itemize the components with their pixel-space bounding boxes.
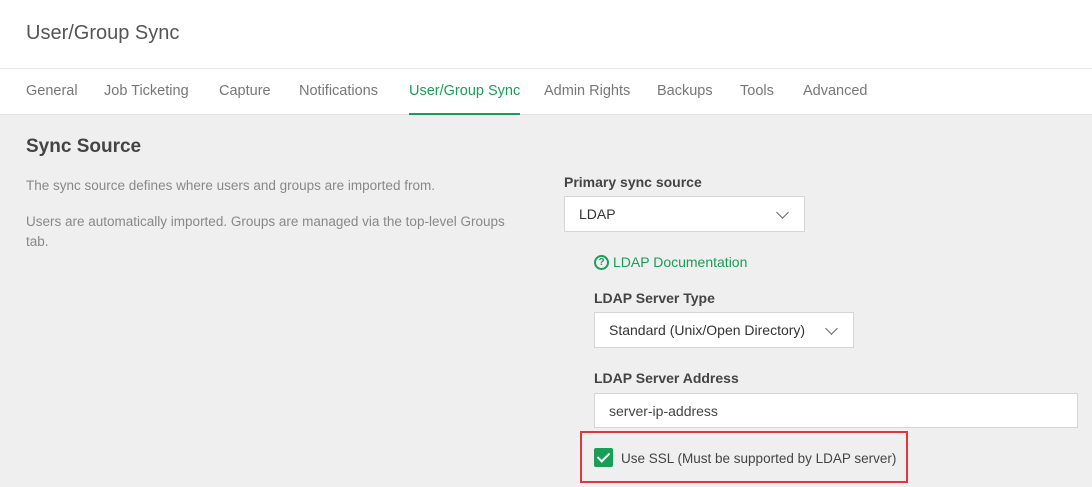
server-address-label: LDAP Server Address — [594, 370, 739, 386]
server-type-value: Standard (Unix/Open Directory) — [609, 322, 806, 338]
settings-tabs: General Job Ticketing Capture Notificati… — [0, 69, 1092, 115]
primary-source-select[interactable]: LDAP — [564, 196, 805, 232]
ldap-documentation-link[interactable]: ? LDAP Documentation — [594, 254, 747, 270]
primary-source-value: LDAP — [579, 206, 616, 222]
chevron-down-icon — [825, 322, 838, 335]
tab-general[interactable]: General — [26, 83, 78, 115]
settings-panel — [0, 115, 1092, 487]
tab-job-ticketing[interactable]: Job Ticketing — [104, 83, 189, 115]
tab-notifications[interactable]: Notifications — [299, 83, 378, 115]
section-note: Users are automatically imported. Groups… — [26, 214, 505, 249]
page-header: User/Group Sync — [0, 0, 1092, 69]
ldap-documentation-label: LDAP Documentation — [613, 254, 748, 270]
tab-tools[interactable]: Tools — [740, 83, 774, 115]
tab-user-group-sync[interactable]: User/Group Sync — [409, 83, 521, 115]
tab-capture[interactable]: Capture — [219, 83, 271, 115]
ssl-label[interactable]: Use SSL (Must be supported by LDAP serve… — [621, 451, 896, 466]
tab-backups[interactable]: Backups — [657, 83, 713, 115]
server-type-label: LDAP Server Type — [594, 290, 715, 306]
primary-source-label: Primary sync source — [564, 174, 702, 190]
help-circle-icon: ? — [594, 254, 609, 270]
server-address-input[interactable] — [594, 393, 1078, 428]
section-title: Sync Source — [26, 136, 142, 157]
server-type-select[interactable]: Standard (Unix/Open Directory) — [594, 312, 854, 348]
chevron-down-icon — [776, 206, 789, 219]
tab-advanced[interactable]: Advanced — [803, 83, 868, 115]
ssl-checkbox[interactable] — [594, 448, 613, 467]
section-description: The sync source defines where users and … — [26, 178, 435, 193]
page-title: User/Group Sync — [26, 22, 180, 44]
tab-admin-rights[interactable]: Admin Rights — [544, 83, 630, 115]
